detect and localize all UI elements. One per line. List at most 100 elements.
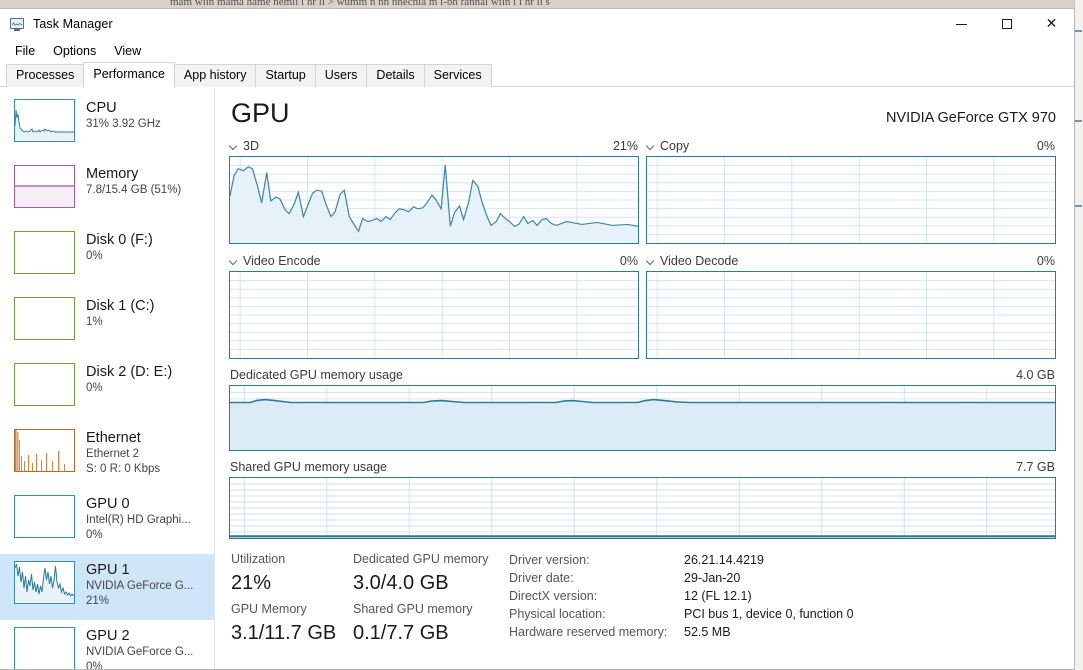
gpu-device-name: NVIDIA GeForce GTX 970 xyxy=(885,110,1056,126)
sidebar-item-sub1: Ethernet 2 xyxy=(86,448,140,460)
tab-bar: Processes Performance App history Startu… xyxy=(0,62,1074,88)
gpu0-mini-graph xyxy=(14,495,75,538)
detail-keys: Driver version: Driver date: DirectX ver… xyxy=(509,551,684,649)
menu-item-file[interactable]: File xyxy=(6,42,44,60)
engine-cell-video-decode: Video Decode 0% xyxy=(646,254,1056,359)
tab-performance[interactable]: Performance xyxy=(83,62,175,88)
sidebar-item-title: Ethernet xyxy=(86,430,141,446)
sidebar-item-title: GPU 1 xyxy=(86,562,130,578)
tab-users[interactable]: Users xyxy=(314,64,368,87)
gpu-stats: Utilization 21% GPU Memory 3.1/11.7 GB D… xyxy=(229,549,1056,649)
memory-mini-graph xyxy=(14,165,75,208)
sidebar-item-ethernet[interactable]: Ethernet Ethernet 2 S: 0 R: 0 Kbps xyxy=(0,422,214,488)
sidebar-item-sub1: NVIDIA GeForce G... xyxy=(86,646,194,658)
sidebar-item-cpu[interactable]: CPU 31% 3.92 GHz xyxy=(0,92,214,158)
sidebar-item-title: GPU 0 xyxy=(86,496,130,512)
graph-video-encode xyxy=(229,271,639,359)
engine-label-3d[interactable]: 3D 21% xyxy=(229,139,639,156)
engine-value: 21% xyxy=(612,139,638,153)
tab-app-history[interactable]: App history xyxy=(173,64,257,87)
detail-value: PCI bus 1, device 0, function 0 xyxy=(684,607,854,621)
sidebar-item-title: GPU 2 xyxy=(86,628,130,644)
engine-name: Video Decode xyxy=(660,254,739,268)
resource-sidebar[interactable]: CPU 31% 3.92 GHz Memory 7.8/15.4 GB (51%… xyxy=(0,87,215,669)
task-manager-window: Task Manager ✕ File Options View Process… xyxy=(0,8,1075,670)
engine-name: Video Encode xyxy=(243,254,321,268)
graph-shared-gpu-memory xyxy=(229,477,1056,539)
sidebar-item-sub1: Intel(R) HD Graphi... xyxy=(86,514,191,526)
stat-value: 21% xyxy=(231,572,272,594)
engine-name: Copy xyxy=(660,139,690,153)
engine-label-copy[interactable]: Copy 0% xyxy=(646,139,1056,156)
close-button[interactable]: ✕ xyxy=(1029,9,1074,39)
background-mark xyxy=(1075,120,1082,122)
engine-cell-video-encode: Video Encode 0% xyxy=(229,254,639,359)
sidebar-gpu0-text: GPU 0 Intel(R) HD Graphi... 0% xyxy=(86,495,210,543)
engine-label-video-decode[interactable]: Video Decode 0% xyxy=(646,254,1056,271)
shared-memory-max: 7.7 GB xyxy=(1016,460,1055,474)
detail-value: 26.21.14.4219 xyxy=(684,553,764,567)
task-manager-icon xyxy=(9,16,25,32)
page-title: GPU xyxy=(231,98,290,128)
desktop-background-strip-right xyxy=(1074,0,1083,670)
engine-value: 0% xyxy=(1036,139,1055,153)
disk-mini-graph xyxy=(14,297,75,340)
maximize-button[interactable] xyxy=(984,9,1029,39)
graph-3d xyxy=(229,156,639,244)
menu-item-view[interactable]: View xyxy=(105,42,150,60)
sidebar-disk2-text: Disk 2 (D: E:) 0% xyxy=(86,363,210,396)
disk-mini-graph xyxy=(14,231,75,274)
tab-details[interactable]: Details xyxy=(366,64,425,87)
sidebar-item-gpu-1[interactable]: GPU 1 NVIDIA GeForce G... 21% xyxy=(0,554,214,620)
sidebar-disk0-text: Disk 0 (F:) 0% xyxy=(86,231,210,264)
chevron-down-icon[interactable] xyxy=(647,142,655,150)
menu-bar: File Options View xyxy=(0,39,1074,62)
stat-label: Dedicated GPU memory xyxy=(353,552,489,566)
menu-item-options[interactable]: Options xyxy=(44,42,105,60)
detail-value: 29-Jan-20 xyxy=(684,571,741,585)
sidebar-item-gpu-2[interactable]: GPU 2 NVIDIA GeForce G... 0% xyxy=(0,620,214,669)
sidebar-item-disk-2[interactable]: Disk 2 (D: E:) 0% xyxy=(0,356,214,422)
engine-cell-3d: 3D 21% xyxy=(229,139,639,244)
sidebar-item-gpu-0[interactable]: GPU 0 Intel(R) HD Graphi... 0% xyxy=(0,488,214,554)
gpu-header: GPU NVIDIA GeForce GTX 970 xyxy=(229,87,1056,129)
stat-value: 3.1/11.7 GB xyxy=(231,622,337,644)
minimize-button[interactable] xyxy=(939,9,984,39)
ethernet-mini-graph xyxy=(14,429,75,472)
sidebar-item-memory[interactable]: Memory 7.8/15.4 GB (51%) xyxy=(0,158,214,224)
tab-processes[interactable]: Processes xyxy=(6,64,85,87)
sidebar-item-title: CPU xyxy=(86,100,117,116)
stat-value: 3.0/4.0 GB xyxy=(353,572,449,594)
detail-key: Hardware reserved memory: xyxy=(509,625,668,639)
detail-key: Physical location: xyxy=(509,607,606,621)
tab-services[interactable]: Services xyxy=(423,64,492,87)
sidebar-item-disk-0[interactable]: Disk 0 (F:) 0% xyxy=(0,224,214,290)
sidebar-item-sub1: NVIDIA GeForce G... xyxy=(86,580,194,592)
graph-copy xyxy=(646,156,1056,244)
stat-label: Utilization xyxy=(231,552,286,566)
sidebar-item-title: Disk 2 (D: E:) xyxy=(86,364,173,380)
sidebar-cpu-text: CPU 31% 3.92 GHz xyxy=(86,99,210,132)
stat-value: 0.1/7.7 GB xyxy=(353,622,449,644)
sidebar-item-sub2: 0% xyxy=(86,661,103,669)
tab-startup[interactable]: Startup xyxy=(255,64,316,87)
graph-dedicated-gpu-memory xyxy=(229,385,1056,451)
detail-key: DirectX version: xyxy=(509,589,598,603)
engine-label-video-encode[interactable]: Video Encode 0% xyxy=(229,254,639,271)
dedicated-memory-max: 4.0 GB xyxy=(1016,368,1055,382)
sidebar-memory-text: Memory 7.8/15.4 GB (51%) xyxy=(86,165,210,198)
sidebar-item-sub1: 1% xyxy=(86,316,103,328)
background-mark xyxy=(1075,205,1082,207)
chevron-down-icon[interactable] xyxy=(647,257,655,265)
engine-name: 3D xyxy=(243,139,259,153)
sidebar-disk1-text: Disk 1 (C:) 1% xyxy=(86,297,210,330)
chevron-down-icon[interactable] xyxy=(230,257,238,265)
detail-value: 12 (FL 12.1) xyxy=(684,589,752,603)
engine-value: 0% xyxy=(1036,254,1055,268)
sidebar-item-sub1: 7.8/15.4 GB (51%) xyxy=(86,184,182,196)
dedicated-memory-label: Dedicated GPU memory usage 4.0 GB xyxy=(229,368,1056,385)
sidebar-item-sub1: 0% xyxy=(86,250,103,262)
sidebar-item-disk-1[interactable]: Disk 1 (C:) 1% xyxy=(0,290,214,356)
background-mark xyxy=(1075,30,1082,32)
chevron-down-icon[interactable] xyxy=(230,142,238,150)
